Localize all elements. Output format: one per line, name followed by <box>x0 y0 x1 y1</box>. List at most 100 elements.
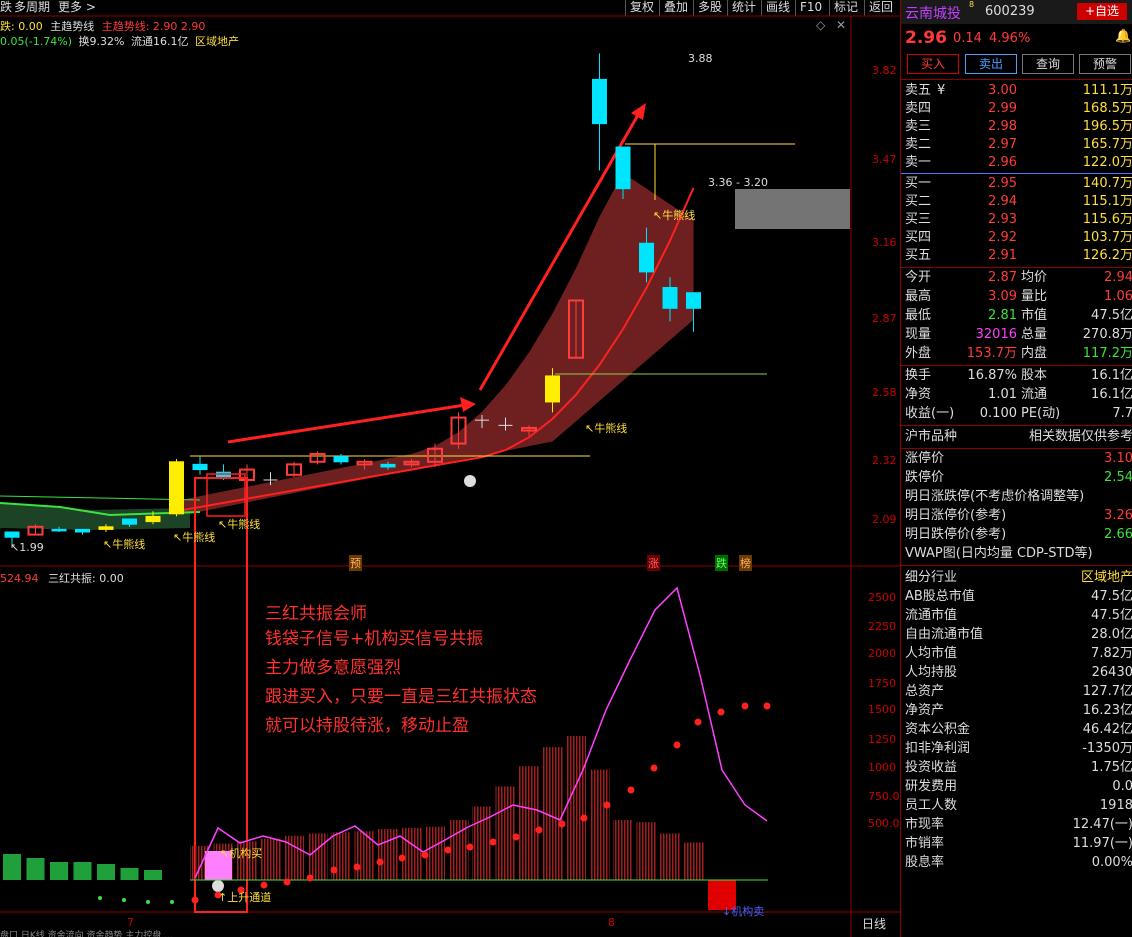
ask-row: 卖三 2.98 196.5万 <box>905 118 1132 136</box>
quote-key: 外盘 <box>905 346 932 361</box>
range-label: 3.36 - 3.20 <box>708 176 768 189</box>
sub-dot <box>535 826 543 834</box>
annotation-line: 三红共振会师 <box>265 604 367 624</box>
bid-volume: 126.2万 <box>1082 248 1132 263</box>
quote-key2: 内盘 <box>1021 346 1048 361</box>
bid-row: 买二 2.94 115.1万 <box>905 193 1132 211</box>
ask-price: 3.00 <box>988 83 1017 98</box>
price-tick: 3.16 <box>872 236 897 249</box>
quote-key: 换手 <box>905 368 932 383</box>
alert-button[interactable]: 预警 <box>1079 54 1131 74</box>
quote-key: 现量 <box>905 327 932 342</box>
buy-button[interactable]: 买入 <box>907 54 959 74</box>
fundamental-value: 0.0 <box>1112 779 1132 794</box>
quote-row: 最高 3.09 量比 1.06 <box>905 288 1132 306</box>
fundamental-value: 1.75亿 <box>1091 760 1132 775</box>
sub-dot <box>283 878 291 886</box>
quote-value2: 47.5亿 <box>1091 308 1132 323</box>
sub-dot <box>353 863 361 871</box>
inst-sell-label: ↓机构卖 <box>722 905 765 918</box>
query-button[interactable]: 查询 <box>1022 54 1074 74</box>
sub-dot <box>627 786 635 794</box>
sub-dot <box>489 838 497 846</box>
ask-label: 卖四 <box>905 101 932 116</box>
money-bag-icon <box>464 475 476 487</box>
candle-body <box>51 528 67 532</box>
candlestick-chart[interactable] <box>0 0 900 937</box>
event-marker-up[interactable]: 涨 <box>647 555 660 571</box>
quote-key2: 市值 <box>1021 308 1048 323</box>
candle-body <box>380 463 396 468</box>
price-tick: 2.32 <box>872 454 897 467</box>
divider <box>901 79 1132 80</box>
limit-row: 跌停价 2.54 <box>905 469 1132 487</box>
price-tick: 3.82 <box>872 64 897 77</box>
price-change: 0.14 <box>953 31 982 46</box>
quote-row: 外盘 153.7万 内盘 117.2万 <box>905 345 1132 363</box>
sub-dot <box>763 702 771 710</box>
bid-label: 买二 <box>905 194 932 209</box>
arrow-line <box>227 403 466 444</box>
bid-price: 2.93 <box>988 212 1017 227</box>
limit-row: 明日涨跌停(不考虑价格调整等) <box>905 488 1132 506</box>
price-tick: 2.09 <box>872 513 897 526</box>
limit-row: 明日跌停价(参考) 2.66 <box>905 526 1132 544</box>
high-price-label: 3.88 <box>688 52 713 65</box>
annotation-line: 就可以持股待涨，移动止盈 <box>265 716 469 736</box>
ask-price: 2.96 <box>988 155 1017 170</box>
bull-bear-label: ↖牛熊线 <box>218 518 261 531</box>
fundamental-row: 人均持股 26430 <box>905 664 1132 682</box>
event-marker-rank[interactable]: 榜 <box>739 555 752 571</box>
fundamental-key: 细分行业 <box>905 570 958 585</box>
fundamental-key: 研发费用 <box>905 779 958 794</box>
bell-icon[interactable]: 🔔 <box>1115 29 1131 44</box>
ask-label: 卖三 <box>905 119 932 134</box>
fundamental-row: 自由流通市值 28.0亿 <box>905 626 1132 644</box>
quote-row: 最低 2.81 市值 47.5亿 <box>905 307 1132 325</box>
sub-bar <box>589 769 610 880</box>
event-marker-down[interactable]: 跌 <box>715 555 728 571</box>
candle-body <box>545 375 560 403</box>
ask-row: 卖二 2.97 165.7万 <box>905 136 1132 154</box>
divider <box>901 425 1132 426</box>
bid-label: 买五 <box>905 248 932 263</box>
sub-green-dot <box>170 900 174 904</box>
bull-bear-label: ↖牛熊线 <box>585 422 628 435</box>
quote-row: 收益(一) 0.100 PE(动) 7.7 <box>905 405 1132 423</box>
fundamental-value: 区域地产 <box>1080 570 1132 585</box>
fundamental-value: -1350万 <box>1082 741 1132 756</box>
up-channel-label: ↑上升通道 <box>218 891 272 904</box>
quote-row: 现量 32016 总量 270.8万 <box>905 326 1132 344</box>
arrow-head <box>460 397 476 412</box>
sub-bar <box>401 827 422 880</box>
limit-row: VWAP图(日内均量 CDP-STD等) <box>905 545 1132 563</box>
quote-value: 2.87 <box>988 270 1017 285</box>
candle-body <box>216 471 231 478</box>
fundamental-key: 人均持股 <box>905 665 958 680</box>
sub-indicator-header: 524.94 三红共振: 0.00 <box>0 570 124 586</box>
sub-dot <box>421 851 429 859</box>
event-marker-pre[interactable]: 预 <box>349 555 362 571</box>
stock-badge: 8 <box>969 0 975 9</box>
sub-green-bar <box>73 862 92 880</box>
sell-button[interactable]: 卖出 <box>965 54 1017 74</box>
fundamental-row: 流通市值 47.5亿 <box>905 607 1132 625</box>
limit-key: 明日涨跌停(不考虑价格调整等) <box>905 489 1085 504</box>
sub-indicator-value: 524.94 <box>0 572 39 585</box>
bottom-tab-strip[interactable]: 盘口 日K线 资金流向 资金趋势 主力控盘 ... <box>0 928 900 937</box>
sub-dot <box>260 881 268 889</box>
bid-price: 2.94 <box>988 194 1017 209</box>
ask-volume: 122.0万 <box>1082 155 1132 170</box>
sub-dot <box>330 866 338 874</box>
ask-price: 2.97 <box>988 137 1017 152</box>
sub-green-bar <box>120 868 139 880</box>
sub-bar <box>378 828 398 880</box>
fundamental-key: 净资产 <box>905 703 945 718</box>
ask-row: 卖四 2.99 168.5万 <box>905 100 1132 118</box>
fundamental-value: 47.5亿 <box>1091 608 1132 623</box>
candle-body <box>169 461 184 515</box>
price-tick: 2.87 <box>872 312 897 325</box>
add-watchlist-button[interactable]: +自选 <box>1077 3 1127 20</box>
sub-dot <box>580 814 588 822</box>
limit-key: VWAP图(日内均量 CDP-STD等) <box>905 546 1093 561</box>
